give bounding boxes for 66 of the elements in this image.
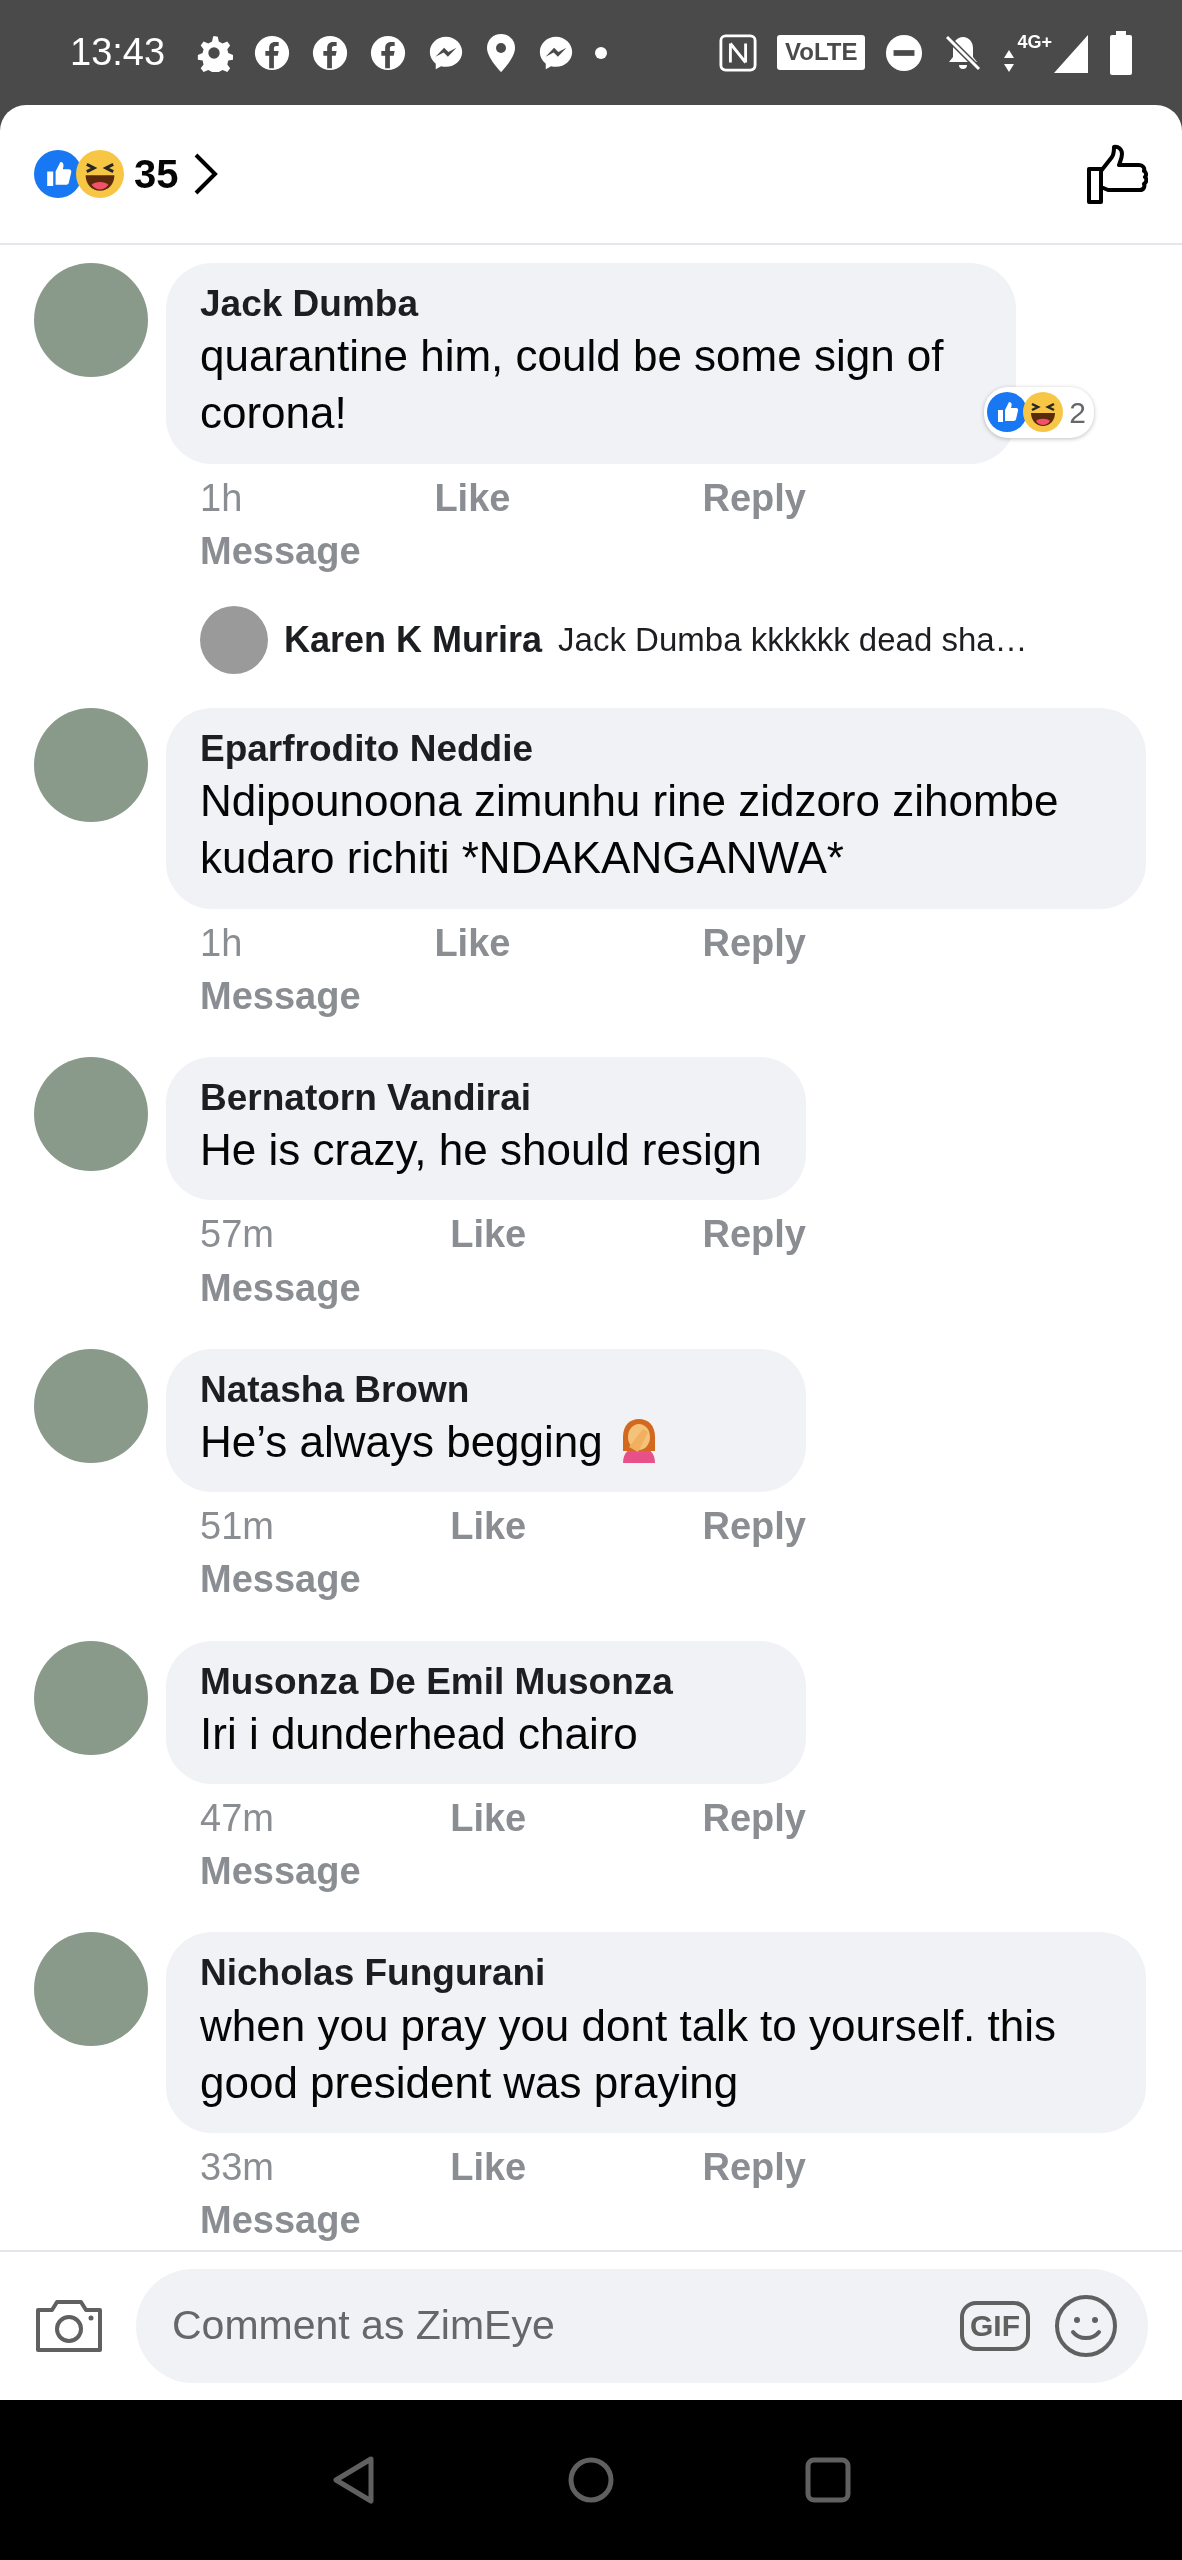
clock: 13:43 xyxy=(70,30,166,75)
reply-link[interactable]: Reply xyxy=(702,2141,806,2195)
data-arrows-icon xyxy=(1003,48,1016,73)
comment-author[interactable]: Jack Dumba xyxy=(200,281,982,328)
home-icon[interactable] xyxy=(567,2456,615,2504)
facebook-icon xyxy=(369,33,408,72)
volte-indicator: VoLTE xyxy=(777,35,866,70)
comment-time: 51m xyxy=(200,1504,274,1550)
battery-icon xyxy=(1110,30,1132,75)
comment-field[interactable]: Comment as ZimEye GIF xyxy=(136,2269,1148,2383)
laughing-reaction-icon xyxy=(1023,392,1064,433)
reply-link[interactable]: Reply xyxy=(702,1500,806,1554)
like-link[interactable]: Like xyxy=(450,2141,527,2195)
gif-button[interactable]: GIF xyxy=(960,2301,1030,2351)
like-link[interactable]: Like xyxy=(434,916,511,970)
comment-time: 1h xyxy=(200,475,243,521)
reply-text[interactable]: Jack Dumba kkkkkk dead sha… xyxy=(558,615,1028,665)
like-link[interactable]: Like xyxy=(450,1792,527,1846)
location-pin-icon xyxy=(485,32,518,73)
comment-text: Iri i dunderhead chairo xyxy=(200,1707,639,1760)
reaction-count[interactable]: 35 xyxy=(134,144,179,204)
reply-link[interactable]: Reply xyxy=(702,916,806,970)
like-reaction-icon xyxy=(987,392,1028,433)
reply-link[interactable]: Reply xyxy=(702,471,806,525)
comment-time: 1h xyxy=(200,920,243,966)
message-link[interactable]: Message xyxy=(200,524,806,578)
reaction-count: 2 xyxy=(1069,394,1086,431)
reply-author[interactable]: Karen K Murira xyxy=(284,613,543,667)
comment-time: 57m xyxy=(200,1212,274,1258)
facebook-icon xyxy=(311,33,350,72)
message-link[interactable]: Message xyxy=(200,1261,806,1315)
comment-author[interactable]: Bernatorn Vandirai xyxy=(200,1075,772,1122)
comment-author[interactable]: Nicholas Fungurani xyxy=(200,1950,1112,1997)
do-not-disturb-icon xyxy=(885,33,924,72)
chevron-right-icon[interactable] xyxy=(192,152,219,196)
comment-text: when you pray you dont talk to yourself. this good president was praying xyxy=(200,1999,1058,2109)
message-link[interactable]: Message xyxy=(200,1553,806,1607)
comment-text: quarantine him, could be some sign of corona! xyxy=(200,330,945,440)
network-type: 4G+ xyxy=(1017,32,1052,51)
like-reaction-icon xyxy=(34,150,82,198)
like-link[interactable]: Like xyxy=(450,1500,527,1554)
comment-author[interactable]: Eparfrodito Neddie xyxy=(200,726,1112,773)
dot-icon xyxy=(595,46,608,59)
recent-apps-icon[interactable] xyxy=(805,2457,851,2503)
settings-icon xyxy=(195,33,234,72)
reaction-summary[interactable]: 2 xyxy=(984,386,1094,438)
message-link[interactable]: Message xyxy=(200,2194,806,2248)
nfc-icon xyxy=(719,33,758,72)
comment-text: He is crazy, he should resign xyxy=(200,1124,763,1177)
comment-text: Ndipounoona zimunhu rine zidzoro zihombe kudaro richiti *NDAKANGANWA* xyxy=(200,775,1060,885)
reply-link[interactable]: Reply xyxy=(702,1208,806,1262)
comment-time: 33m xyxy=(200,2145,274,2191)
message-link[interactable]: Message xyxy=(200,969,806,1023)
emoji-icon[interactable] xyxy=(1054,2294,1118,2358)
comment-text: He’s always begging xyxy=(200,1413,772,1471)
message-link[interactable]: Message xyxy=(200,1845,806,1899)
laughing-reaction-icon xyxy=(76,150,124,198)
thumbs-up-icon[interactable] xyxy=(1086,143,1148,205)
facebook-icon xyxy=(253,33,292,72)
back-icon[interactable] xyxy=(331,2455,377,2505)
reply-link[interactable]: Reply xyxy=(702,1792,806,1846)
like-link[interactable]: Like xyxy=(434,471,511,525)
comment-author[interactable]: Musonza De Emil Musonza xyxy=(200,1658,772,1705)
comment-time: 47m xyxy=(200,1796,274,1842)
like-link[interactable]: Like xyxy=(450,1208,527,1262)
comment-author[interactable]: Natasha Brown xyxy=(200,1366,772,1414)
